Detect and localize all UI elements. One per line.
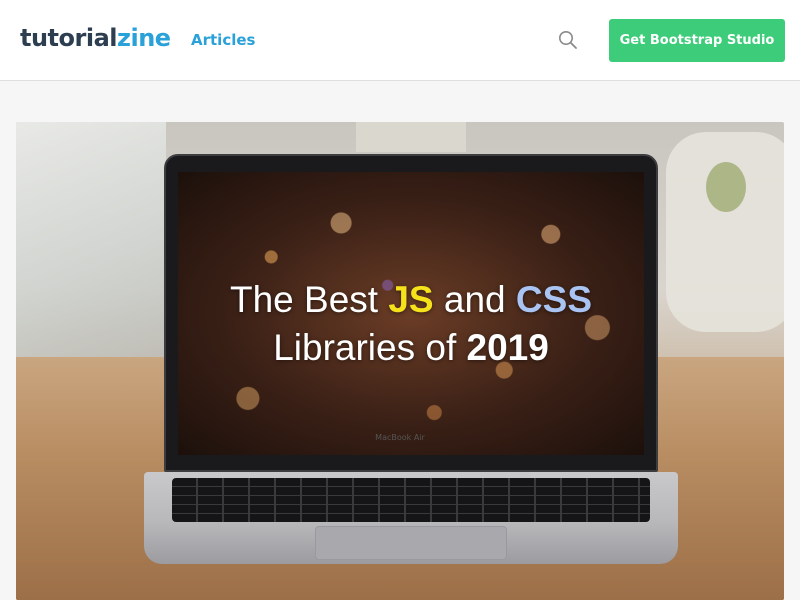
headline-line-2: Libraries of 2019 bbox=[178, 324, 644, 372]
headline-text-and: and bbox=[433, 279, 516, 320]
headline-year: 2019 bbox=[466, 327, 549, 368]
laptop-model-label: MacBook Air bbox=[375, 433, 425, 442]
nav-articles-link[interactable]: Articles bbox=[191, 30, 255, 50]
site-logo[interactable]: tutorialzine bbox=[20, 24, 171, 52]
laptop-base bbox=[144, 472, 678, 564]
logo-text-tutorial: tutorial bbox=[20, 24, 118, 52]
headline-text-libraries: Libraries of bbox=[273, 327, 467, 368]
headline-text-the-best: The Best bbox=[230, 279, 389, 320]
headline-js: JS bbox=[388, 279, 434, 320]
laptop-screen: The Best JS and CSS Libraries of 2019 bbox=[178, 172, 644, 455]
background-lamp bbox=[356, 122, 466, 152]
article-headline: The Best JS and CSS Libraries of 2019 bbox=[178, 276, 644, 372]
get-bootstrap-studio-button[interactable]: Get Bootstrap Studio bbox=[609, 19, 785, 62]
search-icon bbox=[559, 31, 577, 49]
background-window bbox=[16, 122, 166, 362]
headline-css: CSS bbox=[515, 279, 592, 320]
search-button[interactable] bbox=[555, 27, 581, 53]
laptop-keyboard bbox=[172, 478, 650, 522]
laptop-trackpad bbox=[315, 526, 507, 560]
background-plant bbox=[706, 162, 746, 212]
headline-line-1: The Best JS and CSS bbox=[178, 276, 644, 324]
featured-article-image[interactable]: The Best JS and CSS Libraries of 2019 Ma… bbox=[16, 122, 784, 600]
site-header: tutorialzine Articles Get Bootstrap Stud… bbox=[0, 0, 800, 81]
logo-text-zine: zine bbox=[117, 24, 171, 52]
laptop-lid: The Best JS and CSS Libraries of 2019 bbox=[164, 154, 658, 472]
